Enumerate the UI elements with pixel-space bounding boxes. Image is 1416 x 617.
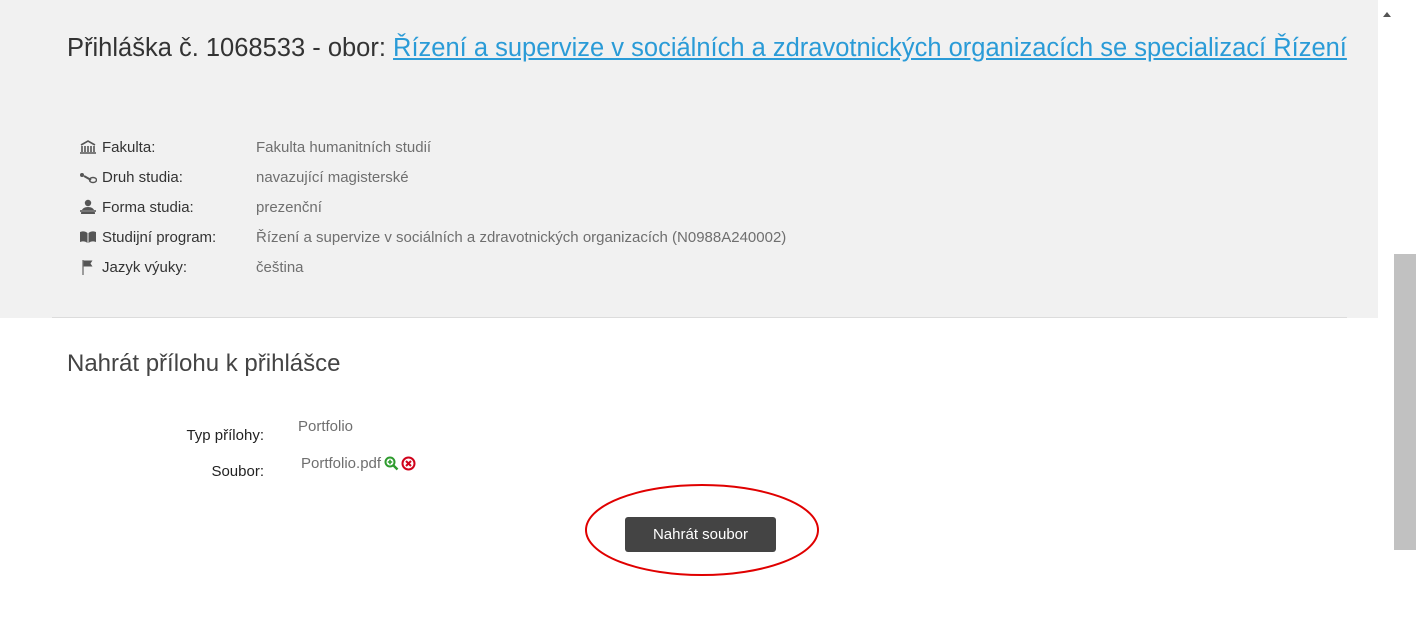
info-label-study-program: Studijní program: (102, 228, 217, 246)
building-icon (78, 139, 98, 155)
application-info-list: Fakulta: Fakulta humanitních studií Druh… (78, 132, 786, 282)
info-label-faculty: Fakulta: (102, 138, 156, 156)
info-value-study-program: Řízení a supervize v sociálních a zdravo… (256, 228, 787, 246)
info-value-study-form: prezenční (256, 198, 322, 216)
upload-section-title: Nahrát přílohu k přihlášce (67, 350, 341, 377)
application-title: Přihláška č. 1068533 - obor: Řízení a su… (67, 32, 1357, 64)
file-label: Soubor: (211, 463, 264, 480)
info-row-study-form: Forma studia: prezenční (78, 192, 786, 222)
info-row-faculty: Fakulta: Fakulta humanitních studií (78, 132, 786, 162)
flag-icon (78, 259, 98, 275)
info-value-faculty: Fakulta humanitních studií (256, 138, 432, 156)
scrollbar-thumb[interactable] (1394, 254, 1416, 550)
application-title-prefix: Přihláška č. 1068533 - obor: (67, 34, 394, 62)
field-of-study-link[interactable]: Řízení a supervize v sociálních a zdravo… (393, 34, 1347, 62)
person-icon (78, 199, 98, 215)
attachment-type-value: Portfolio (298, 418, 354, 435)
study-type-icon (78, 169, 98, 185)
info-value-study-type: navazující magisterské (256, 168, 409, 186)
file-value: Portfolio.pdf (301, 455, 416, 472)
divider (52, 317, 1347, 318)
info-value-language: čeština (256, 258, 304, 276)
upload-file-button[interactable]: Nahrát soubor (625, 517, 776, 552)
info-label-study-form: Forma studia: (102, 198, 194, 216)
zoom-in-icon[interactable] (384, 456, 399, 471)
book-icon (78, 229, 98, 245)
info-label-study-type: Druh studia: (102, 168, 183, 186)
file-name: Portfolio.pdf (301, 455, 382, 472)
scroll-up-icon[interactable] (1383, 12, 1391, 17)
remove-file-icon[interactable] (401, 456, 416, 471)
info-row-language: Jazyk výuky: čeština (78, 252, 786, 282)
info-row-study-program: Studijní program: Řízení a supervize v s… (78, 222, 786, 252)
attachment-type-label: Typ přílohy: (186, 427, 264, 444)
info-label-language: Jazyk výuky: (102, 258, 188, 276)
info-row-study-type: Druh studia: navazující magisterské (78, 162, 786, 192)
